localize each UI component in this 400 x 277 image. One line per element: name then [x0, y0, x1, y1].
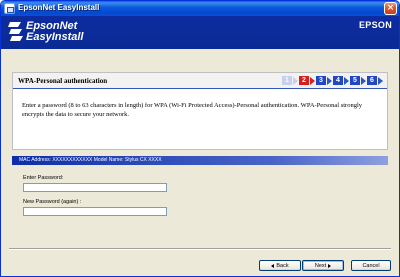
back-button-label: Back: [276, 262, 289, 269]
banner: EpsonNet EasyInstall EPSON: [1, 16, 399, 49]
close-icon[interactable]: ×: [384, 2, 397, 15]
step-3-number: 3: [316, 76, 326, 85]
password-label: Enter Password:: [23, 175, 64, 181]
step-description: Enter a password (8 to 63 characters in …: [22, 102, 363, 118]
step-arrow-icon: [293, 76, 298, 85]
device-info-bar: MAC Address: XXXXXXXXXXXX Model Name: St…: [12, 156, 388, 165]
device-info-text: MAC Address: XXXXXXXXXXXX Model Name: St…: [19, 157, 162, 163]
step-5: 5: [350, 76, 366, 85]
title-bar[interactable]: EpsonNet EasyInstall ×: [1, 1, 399, 16]
step-panel-header: WPA-Personal authentication 1 2 3 4 5 6: [13, 73, 387, 89]
app-icon: [4, 3, 15, 14]
arrow-right-icon: [328, 263, 332, 268]
step-3: 3: [316, 76, 332, 85]
step-arrow-icon: [361, 76, 366, 85]
step-1-number: 1: [282, 76, 292, 85]
step-panel: WPA-Personal authentication 1 2 3 4 5 6 …: [12, 72, 388, 150]
confirm-password-input[interactable]: [23, 207, 167, 216]
next-button-label: Next: [314, 262, 327, 269]
epson-brand: EPSON: [358, 20, 392, 30]
logo-line-2: EasyInstall: [26, 31, 84, 43]
step-4-number: 4: [333, 76, 343, 85]
cancel-button-label: Cancel: [362, 262, 380, 269]
cancel-button[interactable]: Cancel: [351, 260, 391, 271]
page-title: WPA-Personal authentication: [18, 77, 108, 85]
confirm-password-label: New Password (again) :: [23, 199, 82, 205]
window-title: EpsonNet EasyInstall: [18, 3, 100, 12]
password-input[interactable]: [23, 183, 167, 192]
next-button[interactable]: Next: [302, 260, 344, 271]
step-arrow-icon: [310, 76, 315, 85]
arrow-left-icon: [271, 263, 275, 268]
step-5-number: 5: [350, 76, 360, 85]
step-indicator: 1 2 3 4 5 6: [282, 76, 383, 85]
epsonnet-logo-icon: [8, 22, 23, 41]
step-4: 4: [333, 76, 349, 85]
step-arrow-icon: [378, 76, 383, 85]
step-2-number: 2: [299, 76, 309, 85]
footer-divider: [9, 248, 391, 250]
step-1: 1: [282, 76, 298, 85]
product-logo-text: EpsonNet EasyInstall: [26, 21, 83, 43]
step-6: 6: [367, 76, 383, 85]
step-2: 2: [299, 76, 315, 85]
step-6-number: 6: [367, 76, 377, 85]
installer-window: EpsonNet EasyInstall × EpsonNet EasyInst…: [0, 0, 400, 277]
step-arrow-icon: [327, 76, 332, 85]
step-arrow-icon: [344, 76, 349, 85]
back-button[interactable]: Back: [259, 260, 301, 271]
